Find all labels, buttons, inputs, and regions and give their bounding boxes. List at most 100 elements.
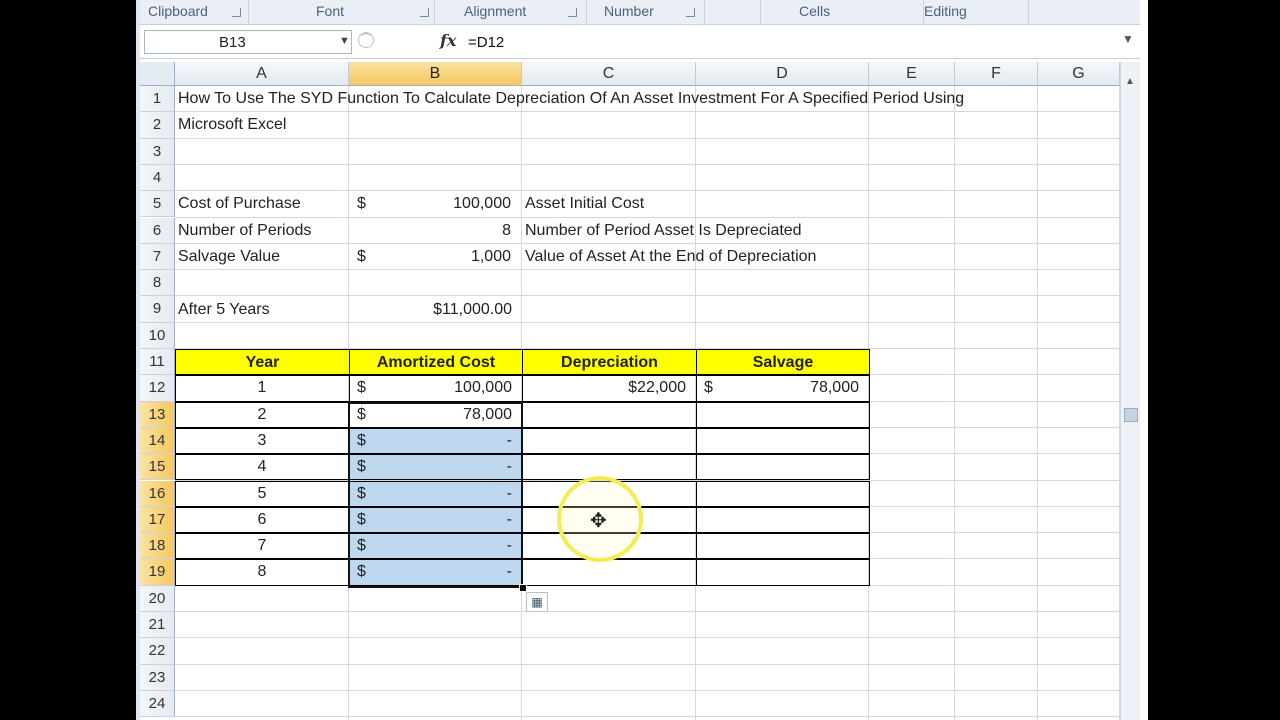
column-header-f[interactable]: F bbox=[955, 62, 1038, 86]
input-note[interactable]: Asset Initial Cost bbox=[525, 191, 644, 217]
column-header-b[interactable]: B bbox=[349, 62, 522, 86]
row-header-4[interactable]: 4 bbox=[140, 164, 175, 192]
row-header-2[interactable]: 2 bbox=[140, 112, 175, 139]
row-header-22[interactable]: 22 bbox=[140, 638, 175, 665]
row-header-6[interactable]: 6 bbox=[140, 217, 175, 244]
ribbon-group-editing[interactable]: Editing bbox=[866, 0, 1029, 24]
depreciation-value bbox=[522, 402, 686, 428]
gridline bbox=[1037, 86, 1038, 720]
gridline bbox=[175, 321, 1120, 323]
formula-bar-resize-icon[interactable]: ⌒ bbox=[358, 32, 374, 48]
year-value: 7 bbox=[257, 537, 267, 555]
column-header-e[interactable]: E bbox=[869, 62, 955, 86]
year-value: 6 bbox=[257, 510, 267, 528]
row-header-23[interactable]: 23 bbox=[140, 664, 175, 691]
window-right-edge bbox=[1140, 0, 1148, 720]
gridline bbox=[175, 637, 1120, 639]
depreciation-value bbox=[522, 428, 686, 454]
gridline bbox=[175, 295, 1120, 297]
salvage-value bbox=[696, 559, 859, 585]
worksheet-grid[interactable]: ABCDEFG 1 2 3 4 5 6 7 8 9 10 11 12 13 14 15 16 17 18 19 20 2… bbox=[140, 62, 1120, 720]
insert-function-icon[interactable]: fx bbox=[440, 31, 456, 50]
ribbon-group-label: Font bbox=[316, 3, 345, 19]
ribbon-group-alignment[interactable]: Alignment bbox=[434, 0, 587, 24]
gridline bbox=[954, 86, 955, 720]
row-header-24[interactable]: 24 bbox=[140, 690, 175, 718]
sheet-title-line-1[interactable]: How To Use The SYD Function To Calculate… bbox=[178, 86, 964, 112]
ribbon-group-labels: Clipboard Font Alignment Number Cells Ed… bbox=[140, 0, 1140, 25]
input-value[interactable]: 100,000 bbox=[349, 191, 511, 217]
row-header-18[interactable]: 18 bbox=[140, 533, 175, 560]
input-value[interactable]: 1,000 bbox=[349, 244, 511, 270]
dialog-launcher-icon[interactable] bbox=[420, 8, 429, 17]
year-value: 4 bbox=[257, 458, 267, 476]
salvage-value: 78,000 bbox=[810, 379, 859, 397]
table-header-cell[interactable]: Salvage bbox=[696, 349, 870, 375]
row-header-10[interactable]: 10 bbox=[140, 322, 175, 349]
gridline bbox=[175, 663, 1120, 665]
row-header-9[interactable]: 9 bbox=[140, 296, 175, 323]
row-header-19[interactable]: 19 bbox=[140, 559, 175, 586]
select-all-corner[interactable] bbox=[140, 62, 175, 86]
input-label[interactable]: Number of Periods bbox=[178, 218, 311, 244]
cost-value: 78,000 bbox=[463, 405, 512, 423]
table-header-cell[interactable]: Year bbox=[175, 349, 350, 375]
row-header-14[interactable]: 14 bbox=[140, 427, 175, 455]
cost-value: 100,000 bbox=[454, 379, 512, 397]
row-header-21[interactable]: 21 bbox=[140, 612, 175, 639]
ribbon-group-font[interactable]: Font bbox=[248, 0, 435, 24]
row-header-12[interactable]: 12 bbox=[140, 375, 175, 402]
cost-value: - bbox=[506, 484, 512, 502]
gridline bbox=[175, 163, 1120, 165]
scroll-up-icon[interactable]: ▲ bbox=[1123, 76, 1137, 90]
ribbon-group-label: Editing bbox=[924, 3, 967, 19]
expand-formula-bar-icon[interactable]: ▼ bbox=[1122, 32, 1134, 46]
after-years-value[interactable]: $11,000.00 bbox=[349, 297, 512, 323]
vertical-scrollbar[interactable]: ▲ bbox=[1120, 62, 1140, 720]
row-header-5[interactable]: 5 bbox=[140, 191, 175, 218]
row-header-11[interactable]: 11 bbox=[140, 349, 175, 376]
name-box-value: B13 bbox=[219, 34, 246, 51]
gridline bbox=[175, 611, 1120, 612]
row-header-17[interactable]: 17 bbox=[140, 506, 175, 534]
dialog-launcher-icon[interactable] bbox=[568, 8, 577, 17]
row-header-15[interactable]: 15 bbox=[140, 454, 175, 481]
column-header-a[interactable]: A bbox=[175, 62, 349, 86]
column-header-d[interactable]: D bbox=[696, 62, 869, 86]
name-box[interactable]: B13 ▼ bbox=[144, 30, 352, 54]
salvage-value bbox=[696, 454, 859, 480]
input-note[interactable]: Value of Asset At the End of Depreciatio… bbox=[525, 244, 816, 270]
after-years-label[interactable]: After 5 Years bbox=[178, 297, 270, 323]
row-header-7[interactable]: 7 bbox=[140, 243, 175, 271]
gridline bbox=[175, 137, 1120, 139]
column-header-g[interactable]: G bbox=[1038, 62, 1120, 86]
row-header-16[interactable]: 16 bbox=[140, 480, 175, 507]
ribbon-group-number[interactable]: Number bbox=[586, 0, 705, 24]
auto-fill-options-icon[interactable]: ▦ bbox=[526, 592, 548, 612]
row-header-8[interactable]: 8 bbox=[140, 270, 175, 297]
salvage-value bbox=[696, 481, 859, 507]
row-header-3[interactable]: 3 bbox=[140, 138, 175, 165]
input-value[interactable]: 8 bbox=[349, 218, 511, 244]
ribbon-group-clipboard[interactable]: Clipboard bbox=[140, 0, 249, 24]
input-label[interactable]: Salvage Value bbox=[178, 244, 280, 270]
input-note[interactable]: Number of Period Asset Is Depreciated bbox=[525, 218, 802, 244]
chevron-down-icon[interactable]: ▼ bbox=[339, 35, 350, 47]
row-header-20[interactable]: 20 bbox=[140, 585, 175, 612]
fill-handle[interactable] bbox=[519, 584, 527, 592]
cost-value: - bbox=[506, 458, 512, 476]
formula-input[interactable] bbox=[462, 30, 1122, 54]
column-header-c[interactable]: C bbox=[522, 62, 696, 86]
year-value: 1 bbox=[257, 379, 267, 397]
table-header-cell[interactable]: Amortized Cost bbox=[349, 349, 523, 375]
table-header-cell[interactable]: Depreciation bbox=[522, 349, 697, 375]
depreciation-value bbox=[522, 559, 686, 585]
sheet-title-line-2[interactable]: Microsoft Excel bbox=[178, 112, 286, 138]
row-header-13[interactable]: 13 bbox=[140, 401, 175, 428]
salvage-value bbox=[696, 507, 859, 533]
row-header-1[interactable]: 1 bbox=[140, 86, 175, 113]
dialog-launcher-icon[interactable] bbox=[232, 8, 241, 17]
dialog-launcher-icon[interactable] bbox=[686, 8, 695, 17]
input-label[interactable]: Cost of Purchase bbox=[178, 191, 301, 217]
scrollbar-thumb[interactable] bbox=[1124, 408, 1138, 422]
